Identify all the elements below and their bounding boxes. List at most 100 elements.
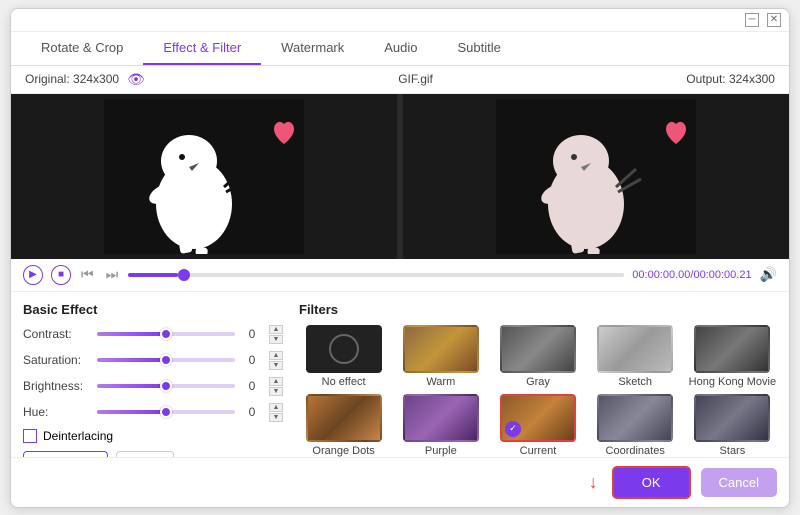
bottom-bar: ↓ OK Cancel (11, 457, 789, 507)
contrast-spinner[interactable]: ▲ ▼ (269, 325, 283, 344)
hue-slider[interactable] (97, 404, 235, 420)
filters-panel: Filters No effect Warm Gray (299, 302, 777, 447)
prev-frame-button[interactable]: ⏮ (79, 266, 96, 283)
cancel-button[interactable]: Cancel (701, 468, 777, 497)
hue-spinner[interactable]: ▲ ▼ (269, 403, 283, 422)
saturation-label: Saturation: (23, 353, 91, 367)
hue-down[interactable]: ▼ (269, 413, 283, 422)
tab-watermark[interactable]: Watermark (261, 32, 364, 65)
brightness-down[interactable]: ▼ (269, 387, 283, 396)
file-info-bar: Original: 324x300 👁 GIF.gif Output: 324x… (11, 66, 789, 94)
filter-item-sketch[interactable]: Sketch (591, 325, 680, 388)
filter-label-coordinates: Coordinates (606, 445, 665, 457)
brightness-row: Brightness: 0 ▲ ▼ (23, 377, 283, 396)
preview-panel-right (403, 94, 789, 259)
filter-item-hong-kong-movie[interactable]: Hong Kong Movie (688, 325, 777, 388)
stop-button[interactable]: ■ (51, 265, 71, 285)
brightness-label: Brightness: (23, 379, 91, 393)
preview-area (11, 94, 789, 259)
filter-thumb-gray (500, 325, 576, 373)
filter-item-warm[interactable]: Warm (396, 325, 485, 388)
minimize-button[interactable]: ─ (745, 13, 759, 27)
output-size-label: Output: 324x300 (686, 72, 775, 86)
brightness-slider[interactable] (97, 378, 235, 394)
time-display: 00:00:00.00/00:00:00.21 (632, 269, 751, 281)
transport-bar: ▶ ■ ⏮ ⏭ 00:00:00.00/00:00:00.21 🔊 (11, 259, 789, 292)
saturation-spinner[interactable]: ▲ ▼ (269, 351, 283, 370)
hue-value: 0 (241, 405, 263, 419)
filter-item-gray[interactable]: Gray (493, 325, 582, 388)
filter-thumb-current: ✓ (500, 394, 576, 442)
preview-image-left (104, 99, 304, 254)
filter-label-stars: Stars (720, 445, 746, 457)
saturation-up[interactable]: ▲ (269, 351, 283, 360)
filter-thumb-orange-dots (306, 394, 382, 442)
filter-label-purple: Purple (425, 445, 457, 457)
brightness-value: 0 (241, 379, 263, 393)
hue-row: Hue: 0 ▲ ▼ (23, 403, 283, 422)
filter-item-purple[interactable]: Purple (396, 394, 485, 457)
filter-label-orange-dots: Orange Dots (312, 445, 374, 457)
close-button[interactable]: ✕ (767, 13, 781, 27)
filter-label-current-1: Current (520, 445, 557, 457)
filter-label-hong-kong-movie: Hong Kong Movie (689, 376, 776, 388)
hue-label: Hue: (23, 405, 91, 419)
filter-thumb-no-effect (306, 325, 382, 373)
main-window: ─ ✕ Rotate & Crop Effect & Filter Waterm… (10, 8, 790, 508)
filter-item-stars[interactable]: Stars (688, 394, 777, 457)
filter-label-gray: Gray (526, 376, 550, 388)
ok-button[interactable]: OK (612, 466, 691, 499)
filter-thumb-hong-kong-movie (694, 325, 770, 373)
saturation-slider[interactable] (97, 352, 235, 368)
deinterlace-row: Deinterlacing (23, 429, 283, 443)
contrast-label: Contrast: (23, 327, 91, 341)
filter-item-current[interactable]: ✓ Current Plain (493, 394, 582, 457)
filter-item-orange-dots[interactable]: Orange Dots (299, 394, 388, 457)
filter-thumb-sketch (597, 325, 673, 373)
saturation-row: Saturation: 0 ▲ ▼ (23, 351, 283, 370)
contrast-up[interactable]: ▲ (269, 325, 283, 334)
saturation-down[interactable]: ▼ (269, 361, 283, 370)
filter-thumb-warm (403, 325, 479, 373)
hue-up[interactable]: ▲ (269, 403, 283, 412)
filter-label-warm: Warm (426, 376, 455, 388)
filter-check-icon: ✓ (505, 421, 521, 437)
contrast-slider[interactable] (97, 326, 235, 342)
next-frame-button[interactable]: ⏭ (104, 266, 121, 283)
filter-thumb-coordinates (597, 394, 673, 442)
filename-label: GIF.gif (398, 72, 433, 86)
brightness-spinner[interactable]: ▲ ▼ (269, 377, 283, 396)
original-size-label: Original: 324x300 (25, 72, 119, 86)
tab-audio[interactable]: Audio (364, 32, 437, 65)
volume-icon[interactable]: 🔊 (760, 266, 777, 283)
content-area: Basic Effect Contrast: 0 ▲ ▼ Saturation: (11, 292, 789, 457)
filter-thumb-purple (403, 394, 479, 442)
filter-label-sketch: Sketch (618, 376, 652, 388)
deinterlace-label: Deinterlacing (43, 429, 113, 443)
progress-thumb[interactable] (178, 269, 190, 281)
contrast-down[interactable]: ▼ (269, 335, 283, 344)
tab-bar: Rotate & Crop Effect & Filter Watermark … (11, 32, 789, 66)
basic-effect-title: Basic Effect (23, 302, 283, 317)
progress-bar[interactable] (128, 273, 624, 277)
titlebar: ─ ✕ (11, 9, 789, 32)
contrast-row: Contrast: 0 ▲ ▼ (23, 325, 283, 344)
saturation-value: 0 (241, 353, 263, 367)
tab-subtitle[interactable]: Subtitle (438, 32, 521, 65)
filter-item-no-effect[interactable]: No effect (299, 325, 388, 388)
eye-icon[interactable]: 👁 (127, 71, 145, 88)
deinterlace-checkbox[interactable] (23, 429, 37, 443)
arrow-indicator-icon: ↓ (589, 472, 598, 493)
preview-image-right (496, 99, 696, 254)
filters-title: Filters (299, 302, 777, 317)
brightness-up[interactable]: ▲ (269, 377, 283, 386)
tab-effect-filter[interactable]: Effect & Filter (143, 32, 261, 65)
basic-effect-panel: Basic Effect Contrast: 0 ▲ ▼ Saturation: (23, 302, 283, 447)
play-button[interactable]: ▶ (23, 265, 43, 285)
filter-label-no-effect: No effect (322, 376, 366, 388)
contrast-value: 0 (241, 327, 263, 341)
filter-item-coordinates[interactable]: Coordinates (591, 394, 680, 457)
filters-grid: No effect Warm Gray Sketch (299, 325, 777, 457)
tab-rotate-crop[interactable]: Rotate & Crop (21, 32, 143, 65)
filter-thumb-stars (694, 394, 770, 442)
